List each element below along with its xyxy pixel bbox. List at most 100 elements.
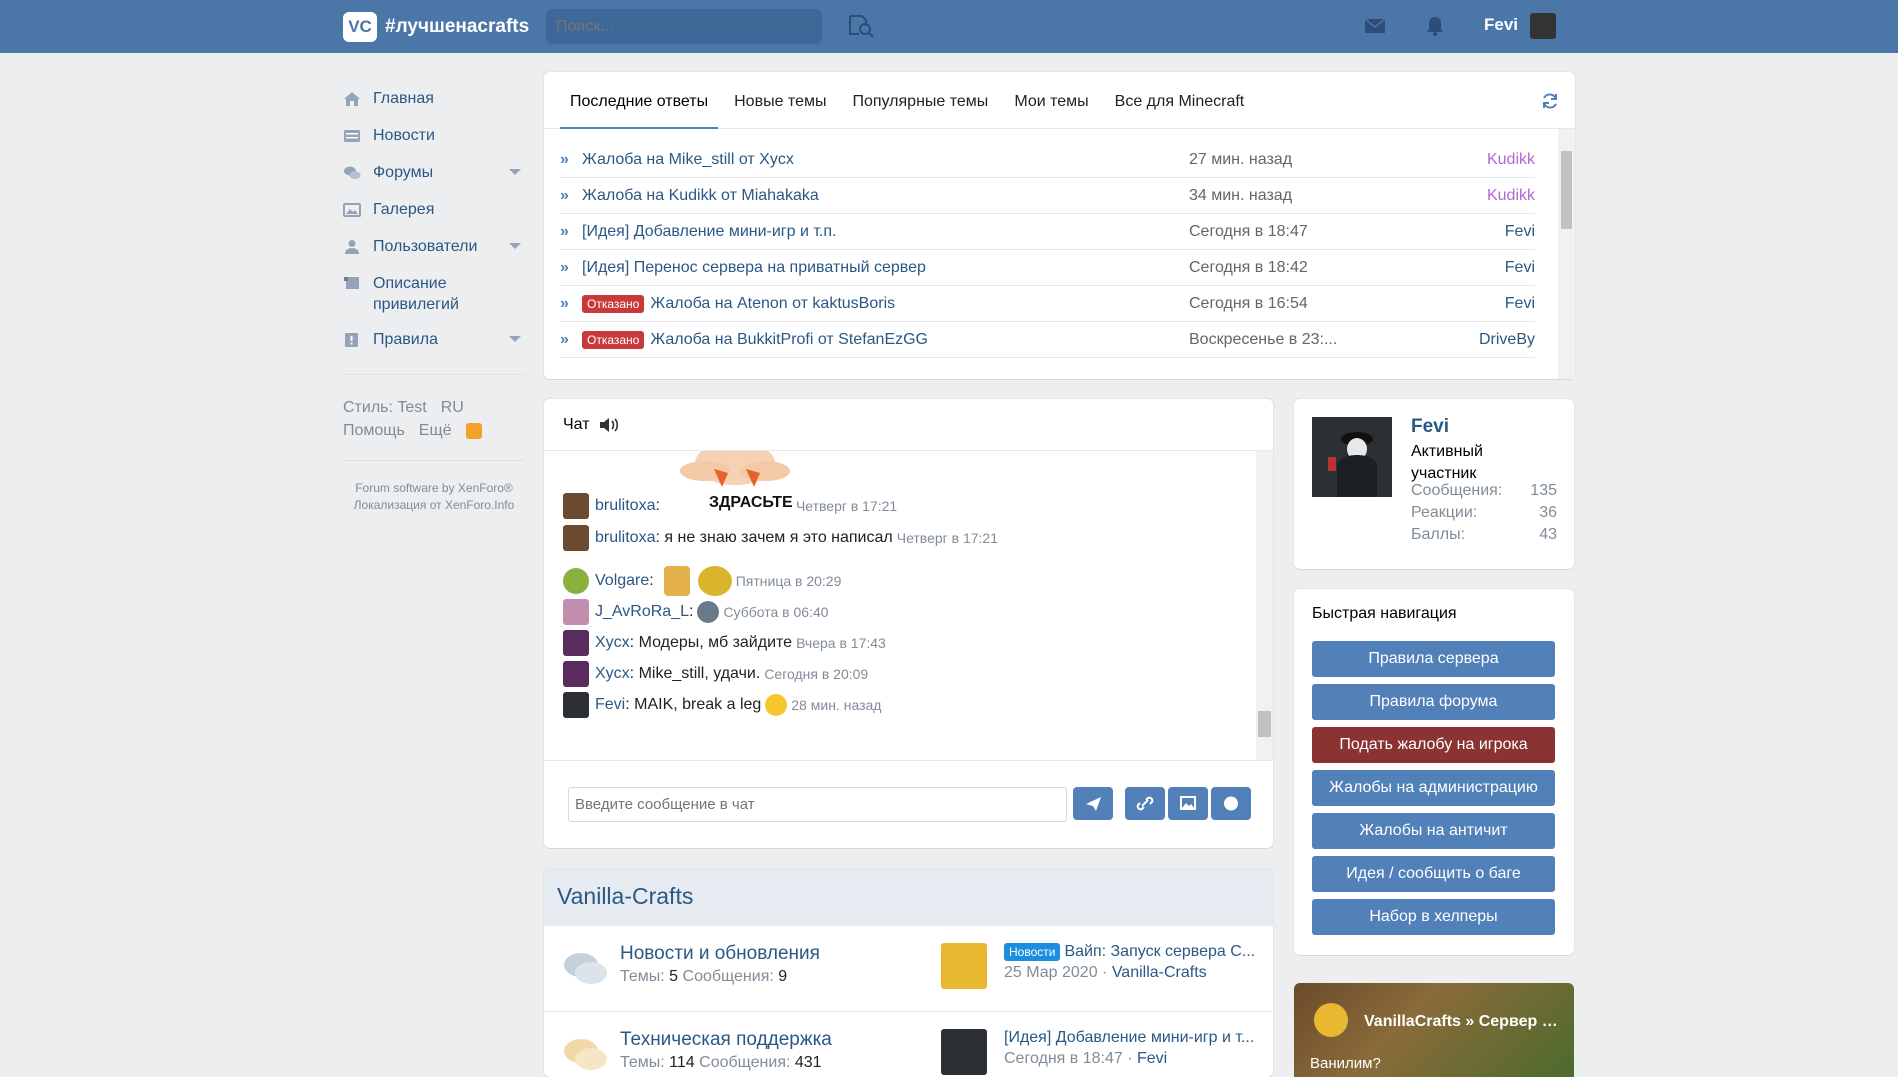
thread-title-wrap[interactable]: Отказано Жалоба на BukkitProfi от StefanE…: [582, 330, 1189, 349]
thread-title[interactable]: Жалоба на Atenon от kaktusBoris: [650, 295, 895, 312]
nav-item-rules[interactable]: Правила: [343, 321, 523, 358]
thread-user[interactable]: DriveBy: [1449, 331, 1535, 349]
avatar[interactable]: [563, 493, 589, 519]
thread-user[interactable]: Fevi: [1449, 259, 1535, 277]
chat-username[interactable]: brulitoxa: [595, 497, 655, 515]
insert-smiley-button[interactable]: [1211, 787, 1251, 820]
send-button[interactable]: [1073, 787, 1113, 820]
thread-title[interactable]: [Идея] Добавление мини-игр и т.п.: [582, 223, 1189, 241]
category-title[interactable]: Vanilla-Crafts: [557, 883, 693, 910]
thread-user[interactable]: Fevi: [1449, 295, 1535, 313]
news-icon: [344, 129, 360, 142]
thread-row[interactable]: » Отказано Жалоба на Atenon от kaktusBori…: [560, 286, 1535, 322]
copyright-line[interactable]: Forum software by XenForo®: [343, 480, 525, 497]
nav-item-users[interactable]: Пользователи: [343, 228, 523, 265]
anticheat-complaints-button[interactable]: Жалобы на античит: [1312, 813, 1555, 849]
scrollbar-thumb[interactable]: [1258, 711, 1271, 737]
thread-row[interactable]: » [Идея] Добавление мини-игр и т.п. Сего…: [560, 214, 1535, 250]
search-input[interactable]: [546, 9, 822, 44]
speaker-icon[interactable]: [598, 416, 620, 434]
language-chooser[interactable]: RU: [441, 399, 464, 416]
nav-item-privileges[interactable]: Описание привилегий: [343, 265, 523, 321]
tab-popular-threads[interactable]: Популярные темы: [842, 72, 998, 129]
mail-icon[interactable]: [1364, 15, 1386, 37]
bell-icon[interactable]: [1424, 15, 1446, 37]
last-post-user[interactable]: Vanilla-Crafts: [1112, 964, 1207, 981]
header-username[interactable]: Fevi: [1484, 15, 1518, 35]
chat-message-input[interactable]: [568, 787, 1067, 822]
thread-row[interactable]: » [Идея] Перенос сервера на приватный се…: [560, 250, 1535, 286]
promo-title[interactable]: VanillaCrafts » Сервер б...: [1364, 1013, 1564, 1031]
tab-minecraft[interactable]: Все для Minecraft: [1105, 72, 1255, 129]
helper-recruitment-button[interactable]: Набор в хелперы: [1312, 899, 1555, 935]
tab-new-threads[interactable]: Новые темы: [724, 72, 836, 129]
chat-scrollbar[interactable]: [1256, 451, 1273, 760]
chat-username[interactable]: Fevi: [595, 696, 625, 714]
refresh-icon[interactable]: [1541, 92, 1559, 110]
last-post-text[interactable]: [Идея] Добавление мини-игр и т...: [1004, 1029, 1254, 1046]
nav-item-gallery[interactable]: Галерея: [343, 191, 523, 228]
promo-banner[interactable]: VanillaCrafts » Сервер б... Ванилим?: [1294, 983, 1574, 1077]
avatar[interactable]: [563, 525, 589, 551]
forum-title[interactable]: Новости и обновления: [620, 943, 820, 965]
server-rules-button[interactable]: Правила сервера: [1312, 641, 1555, 677]
chat-username[interactable]: Xycx: [595, 665, 630, 683]
style-chooser[interactable]: Стиль: Test: [343, 399, 427, 416]
last-post-text[interactable]: Вайп: Запуск сервера С...: [1064, 943, 1255, 960]
report-player-button[interactable]: Подать жалобу на игрока: [1312, 727, 1555, 763]
last-post-avatar[interactable]: [941, 943, 987, 989]
thread-row[interactable]: » Жалоба на Mike_still от Xycx 27 мин. н…: [560, 142, 1535, 178]
avatar[interactable]: [563, 661, 589, 687]
scrollbar-thumb[interactable]: [1561, 151, 1572, 229]
last-post-user[interactable]: Fevi: [1137, 1050, 1167, 1067]
avatar[interactable]: [563, 692, 589, 718]
nav-item-home[interactable]: Главная: [343, 80, 523, 117]
last-post-title[interactable]: [Идея] Добавление мини-игр и т...: [1004, 1029, 1259, 1047]
thread-title[interactable]: Жалоба на BukkitProfi от StefanEzGG: [650, 331, 928, 348]
avatar[interactable]: [563, 599, 589, 625]
chat-username[interactable]: brulitoxa: [595, 529, 655, 547]
thread-title[interactable]: [Идея] Перенос сервера на приватный серв…: [582, 259, 1189, 277]
tab-latest-replies[interactable]: Последние ответы: [560, 72, 719, 129]
site-logo[interactable]: VC #лучшенасrafts: [343, 12, 529, 42]
thread-user[interactable]: Kudikk: [1449, 187, 1535, 205]
home-icon: [344, 91, 360, 106]
rss-icon[interactable]: [465, 422, 482, 439]
help-link[interactable]: Помощь: [343, 422, 405, 439]
idea-bug-button[interactable]: Идея / сообщить о баге: [1312, 856, 1555, 892]
chat-date: Пятница в 20:29: [735, 573, 842, 589]
thread-user[interactable]: Fevi: [1449, 223, 1535, 241]
copyright-line[interactable]: Локализация от XenForo.Info: [343, 497, 525, 514]
thread-row[interactable]: » Отказано Жалоба на BukkitProfi от Stefa…: [560, 322, 1535, 358]
nav-item-forums[interactable]: Форумы: [343, 154, 523, 191]
last-post-title[interactable]: Новости Вайп: Запуск сервера С...: [1004, 943, 1259, 961]
avatar[interactable]: [563, 630, 589, 656]
admin-complaints-button[interactable]: Жалобы на администрацию: [1312, 770, 1555, 806]
last-post-avatar[interactable]: [941, 1029, 987, 1075]
chat-username[interactable]: Xycx: [595, 634, 630, 652]
profile-avatar[interactable]: [1312, 417, 1392, 497]
nav-item-news[interactable]: Новости: [343, 117, 523, 154]
advanced-search-icon[interactable]: [848, 14, 874, 38]
avatar[interactable]: [563, 568, 589, 594]
thread-scrollbar[interactable]: [1558, 129, 1575, 379]
insert-image-button[interactable]: [1168, 787, 1208, 820]
thread-title[interactable]: Жалоба на Kudikk от Miahakaka: [582, 187, 1189, 205]
insert-link-button[interactable]: [1125, 787, 1165, 820]
tab-my-threads[interactable]: Мои темы: [1004, 72, 1098, 129]
profile-name[interactable]: Fevi: [1411, 416, 1449, 438]
thread-row[interactable]: » Жалоба на Kudikk от Miahakaka 34 мин. …: [560, 178, 1535, 214]
thread-user[interactable]: Kudikk: [1449, 151, 1535, 169]
forum-rules-button[interactable]: Правила форума: [1312, 684, 1555, 720]
chevron-down-icon[interactable]: [509, 243, 521, 249]
chevron-down-icon[interactable]: [509, 336, 521, 342]
header-avatar[interactable]: [1530, 13, 1556, 39]
thread-title[interactable]: Жалоба на Mike_still от Xycx: [582, 151, 1189, 169]
chevron-down-icon[interactable]: [509, 169, 521, 175]
thread-title-wrap[interactable]: Отказано Жалоба на Atenon от kaktusBoris: [582, 294, 1189, 313]
chat-username[interactable]: J_AvRoRa_L: [595, 603, 689, 621]
forum-title[interactable]: Техническая поддержка: [620, 1029, 832, 1051]
chat-username[interactable]: Volgare: [595, 572, 649, 590]
posts-label: Сообщения:: [699, 1054, 791, 1071]
more-link[interactable]: Ещё: [419, 422, 452, 439]
